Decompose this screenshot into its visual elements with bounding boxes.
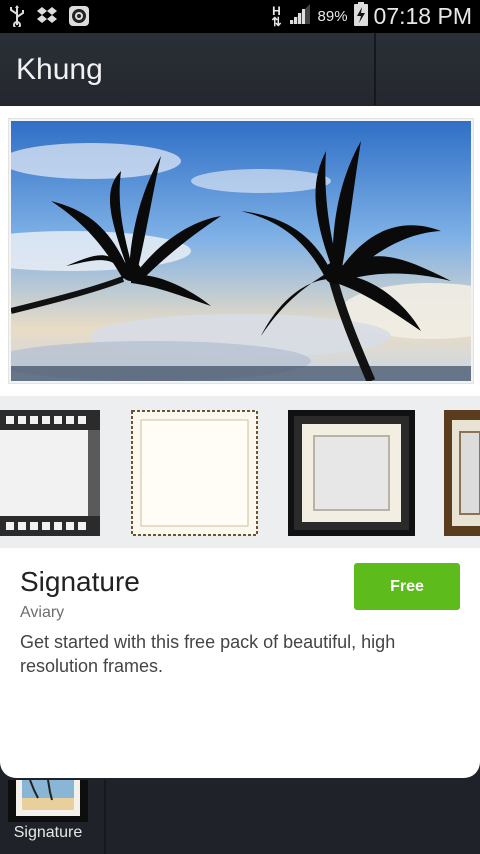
camera-app-icon [68, 5, 90, 32]
film-strip-frame-preview[interactable] [0, 410, 100, 536]
black-matte-frame-preview[interactable] [288, 410, 415, 536]
network-h-icon: H ⇅ [271, 3, 282, 29]
network-type-label: H [272, 3, 281, 18]
pack-detail-dialog: Signature Aviary Get started with this f… [0, 106, 480, 778]
action-bar: Khung [0, 33, 480, 105]
battery-charging-icon [353, 2, 368, 31]
status-bar: H ⇅ 89% 07:18 PM [0, 0, 480, 33]
dropbox-icon [36, 6, 58, 31]
list-column-divider [104, 780, 106, 854]
clock: 07:18 PM [373, 3, 472, 29]
pack-author: Aviary [20, 604, 65, 621]
list-item[interactable]: Signature [0, 779, 104, 854]
pack-title: Signature [20, 566, 140, 597]
action-bar-divider [374, 33, 376, 105]
wood-frame-preview[interactable] [444, 410, 480, 536]
usb-icon [8, 5, 26, 32]
pack-description: Get started with this free pack of beaut… [20, 632, 396, 676]
page-title: Khung [16, 53, 103, 86]
pack-preview-image [8, 118, 474, 384]
frame-previews-strip[interactable] [0, 396, 480, 548]
vintage-paper-frame-preview[interactable] [131, 410, 258, 536]
signal-icon [288, 3, 312, 30]
free-download-button[interactable]: Free [354, 563, 460, 610]
list-item-thumbnail [8, 779, 88, 822]
list-item-label: Signature [13, 824, 83, 841]
palm-tree-photo [11, 121, 471, 381]
battery-percent: 89% [317, 8, 348, 25]
